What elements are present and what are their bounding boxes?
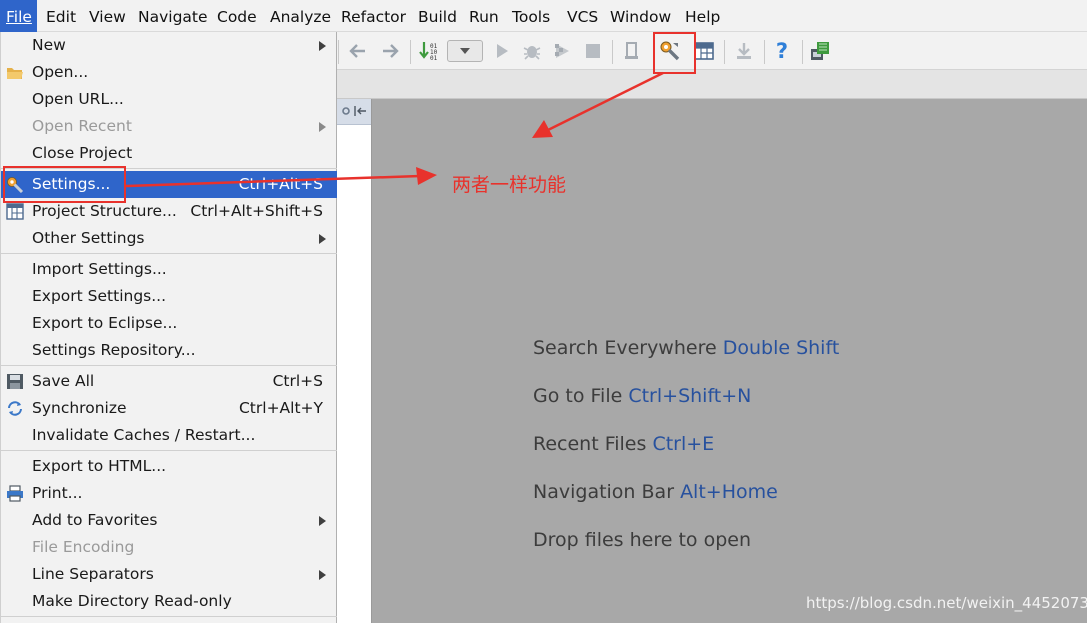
annotation-label: 两者一样功能 <box>452 174 567 196</box>
annotation-arrows <box>125 71 664 188</box>
arrow-to-label <box>125 167 437 188</box>
arrow-from-toolbar <box>532 71 664 138</box>
